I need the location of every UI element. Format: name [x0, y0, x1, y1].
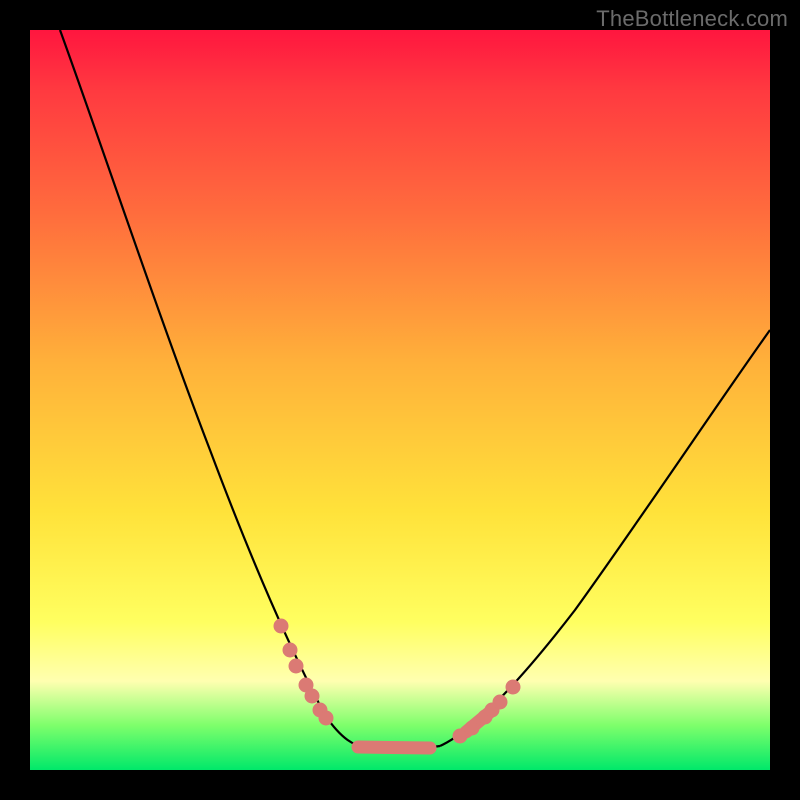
marker-dot	[283, 643, 297, 657]
curve-left	[60, 30, 365, 747]
marker-dot	[465, 721, 479, 735]
watermark-text: TheBottleneck.com	[596, 6, 788, 32]
marker-dot	[453, 729, 467, 743]
marker-dot	[289, 659, 303, 673]
marker-dot	[319, 711, 333, 725]
curve-right	[440, 330, 770, 746]
plot-area	[30, 30, 770, 770]
marker-dot	[493, 695, 507, 709]
outer-frame: TheBottleneck.com	[0, 0, 800, 800]
marker-dot	[506, 680, 520, 694]
marker-dot	[305, 689, 319, 703]
marker-dot	[274, 619, 288, 633]
valley-marker-segment	[358, 747, 430, 748]
right-markers	[453, 680, 520, 743]
chart-svg	[30, 30, 770, 770]
